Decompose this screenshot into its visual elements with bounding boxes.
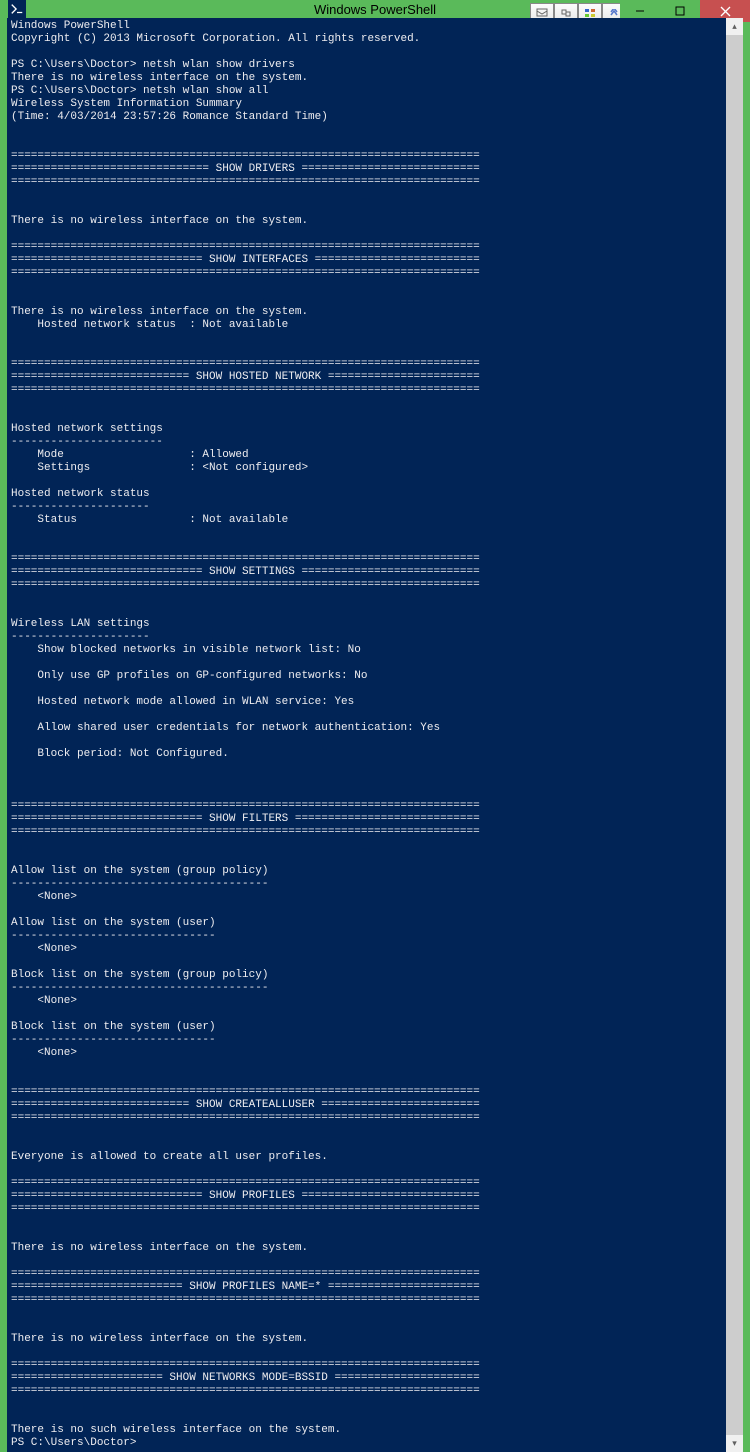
scroll-track[interactable] <box>726 35 743 1435</box>
terminal-area: Windows PowerShell Copyright (C) 2013 Mi… <box>7 18 743 1452</box>
titlebar[interactable]: Windows PowerShell <box>0 0 750 18</box>
terminal-output[interactable]: Windows PowerShell Copyright (C) 2013 Mi… <box>7 18 726 1452</box>
scroll-up-arrow[interactable]: ▴ <box>726 18 743 35</box>
window-title: Windows PowerShell <box>314 2 436 17</box>
scroll-down-arrow[interactable]: ▾ <box>726 1435 743 1452</box>
scrollbar[interactable]: ▴ ▾ <box>726 18 743 1452</box>
powershell-icon <box>8 0 26 18</box>
scroll-thumb[interactable] <box>726 35 743 1435</box>
powershell-window: Windows PowerShell Windows PowerShell Co… <box>0 0 750 1093</box>
